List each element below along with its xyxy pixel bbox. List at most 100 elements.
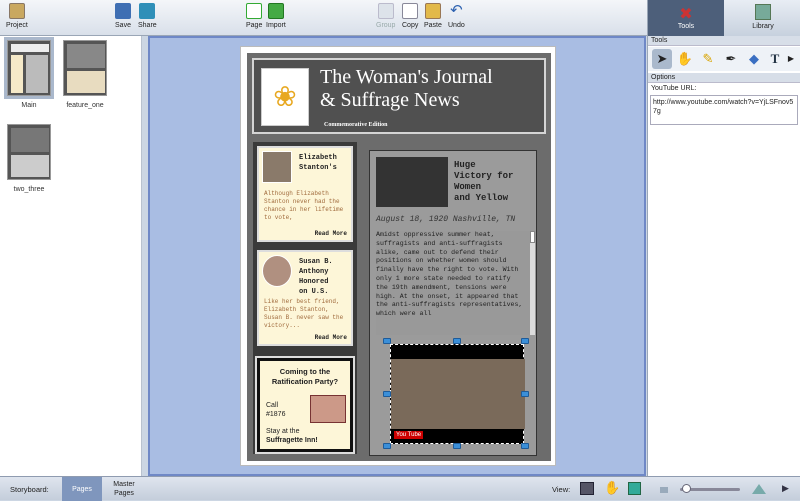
tools-icon: ✖: [679, 6, 693, 23]
youtube-video[interactable]: You Tube: [390, 344, 525, 444]
tab-library[interactable]: Library: [725, 0, 800, 36]
anthony-card-title: Susan B. Anthony Honored on U.S.: [299, 257, 333, 297]
thumbnail-main-label: Main: [21, 102, 37, 109]
group-icon: [377, 3, 394, 19]
anthony-title-4: on U.S.: [299, 288, 329, 296]
paste-icon: [424, 3, 441, 19]
article-photo: [376, 157, 448, 207]
stanton-card[interactable]: Elizabeth Stanton's Although Elizabeth St…: [257, 146, 353, 242]
master-pages-line-1: Master: [113, 481, 135, 488]
share-icon: [139, 3, 156, 19]
undo-icon: ↶: [450, 2, 463, 19]
title-line-2: & Suffrage News: [320, 89, 460, 111]
article-scroll-thumb[interactable]: [530, 231, 535, 243]
thumbnail-feature-one-label: feature_one: [66, 102, 104, 109]
import-label: Import: [266, 22, 286, 29]
resize-handle-left[interactable]: [383, 391, 391, 397]
preview-view-icon[interactable]: [628, 482, 641, 495]
anthony-read-more-link[interactable]: Read More: [315, 334, 347, 341]
rose-logo-icon: ❀: [261, 68, 309, 126]
page-view-icon[interactable]: [580, 482, 594, 495]
youtube-url-label: YouTube URL:: [651, 85, 697, 92]
hand-view-icon[interactable]: ✋: [604, 480, 620, 496]
video-still-image: [391, 359, 525, 429]
title-line-1: The Woman's Journal: [320, 66, 493, 88]
ad-headline: Coming to the Ratification Party?: [264, 367, 346, 387]
resize-handle-top[interactable]: [453, 338, 461, 344]
pencil-icon[interactable]: ✎: [698, 49, 718, 69]
group-label: Group: [376, 22, 396, 29]
thumbnail-feature-one[interactable]: feature_one: [62, 40, 108, 109]
anthony-card-body: Like her best friend, Elizabeth Stanton,…: [264, 298, 344, 329]
more-tools-arrow-icon[interactable]: ▶: [785, 49, 797, 69]
anthony-title-2: Anthony: [299, 268, 329, 276]
anthony-coin-image: [262, 255, 292, 287]
options-section-header: Options: [648, 73, 800, 83]
tab-tools[interactable]: ✖ Tools: [648, 0, 724, 36]
thumbnail-main[interactable]: Main: [4, 37, 54, 109]
save-button[interactable]: Save: [115, 3, 131, 29]
undo-button[interactable]: ↶ Undo: [448, 2, 465, 30]
youtube-badge: You Tube: [394, 431, 424, 439]
page-button[interactable]: Page: [246, 3, 262, 29]
tab-library-label: Library: [752, 23, 774, 30]
save-icon: [115, 3, 131, 19]
bottom-bar: Storyboard: Pages Master Pages View: ✋ ▶: [0, 476, 800, 501]
thumbnail-main-preview: [4, 37, 54, 99]
thumbnail-two-three[interactable]: two_three: [6, 124, 52, 193]
resize-handle-top-left[interactable]: [383, 338, 391, 344]
resize-handle-top-right[interactable]: [521, 338, 529, 344]
share-button[interactable]: Share: [138, 3, 157, 29]
pages-toggle[interactable]: Pages: [62, 477, 102, 501]
article-body[interactable]: Amidst oppressive summer heat, suffragis…: [376, 231, 531, 335]
fill-bucket-icon[interactable]: ◆: [744, 49, 764, 69]
anthony-card[interactable]: Susan B. Anthony Honored on U.S. Like her b…: [257, 250, 353, 346]
ad-line-6: Suffragette Inn!: [266, 437, 318, 444]
group-button[interactable]: Group: [376, 3, 395, 29]
newsletter-page[interactable]: ❀ The Woman's Journal & Suffrage News Co…: [240, 46, 556, 466]
ad-line-5: Stay at the: [266, 428, 300, 435]
ad-footer: Stay at the Suffragette Inn!: [266, 427, 318, 445]
library-icon: [755, 4, 771, 20]
article-title-2: Victory for: [454, 171, 514, 181]
article-scrollbar[interactable]: [530, 231, 535, 335]
article-title-4: and Yellow: [454, 193, 509, 203]
pen-icon[interactable]: ✒: [721, 49, 741, 69]
import-button[interactable]: Import: [266, 3, 286, 29]
resize-handle-bottom-right[interactable]: [521, 443, 529, 449]
thumbnail-two-three-label: two_three: [13, 186, 45, 193]
undo-label: Undo: [448, 22, 465, 29]
thumbnail-feature-one-preview: [63, 40, 107, 96]
resize-handle-bottom-left[interactable]: [383, 443, 391, 449]
text-tool-icon[interactable]: T: [765, 49, 785, 69]
master-pages-toggle[interactable]: Master Pages: [104, 477, 144, 501]
select-arrow-icon[interactable]: ➤: [652, 49, 672, 69]
copy-button[interactable]: Copy: [402, 3, 418, 29]
youtube-url-field[interactable]: http://www.youtube.com/watch?v=YjLSFnov5…: [650, 95, 798, 125]
zoom-slider-thumb[interactable]: [682, 484, 691, 493]
ad-call: Call #1876: [266, 401, 285, 419]
suffragette-inn-ad[interactable]: Coming to the Ratification Party? Call #18…: [255, 356, 355, 454]
zoom-in-icon[interactable]: [752, 484, 766, 494]
anthony-title-1: Susan B.: [299, 258, 333, 266]
article-title: Huge Victory for Women and Yellow: [454, 160, 534, 208]
stanton-title-1: Elizabeth: [299, 154, 337, 162]
ad-line-4: #1876: [266, 411, 286, 418]
copy-label: Copy: [402, 22, 419, 29]
ad-line-2: Ratification Party?: [271, 377, 339, 386]
page-icon: [246, 3, 263, 19]
main-article[interactable]: Huge Victory for Women and Yellow August…: [369, 150, 537, 456]
stanton-read-more-link[interactable]: Read More: [315, 230, 347, 237]
resize-handle-bottom[interactable]: [453, 443, 461, 449]
ad-line-1: Coming to the: [279, 367, 331, 376]
resize-handle-right[interactable]: [521, 391, 529, 397]
project-button[interactable]: Project: [6, 3, 28, 29]
main-toolbar: Project Save Share Page Import Group Cop…: [0, 0, 647, 36]
stanton-card-body: Although Elizabeth Stanton never had the…: [264, 190, 344, 221]
zoom-out-icon[interactable]: [660, 487, 668, 493]
newsletter-header[interactable]: ❀ The Woman's Journal & Suffrage News Co…: [252, 58, 546, 134]
hand-pan-icon[interactable]: ✋: [675, 49, 695, 69]
paste-button[interactable]: Paste: [424, 3, 442, 29]
editor-canvas[interactable]: ❀ The Woman's Journal & Suffrage News Co…: [148, 36, 646, 476]
play-icon[interactable]: ▶: [782, 483, 789, 494]
